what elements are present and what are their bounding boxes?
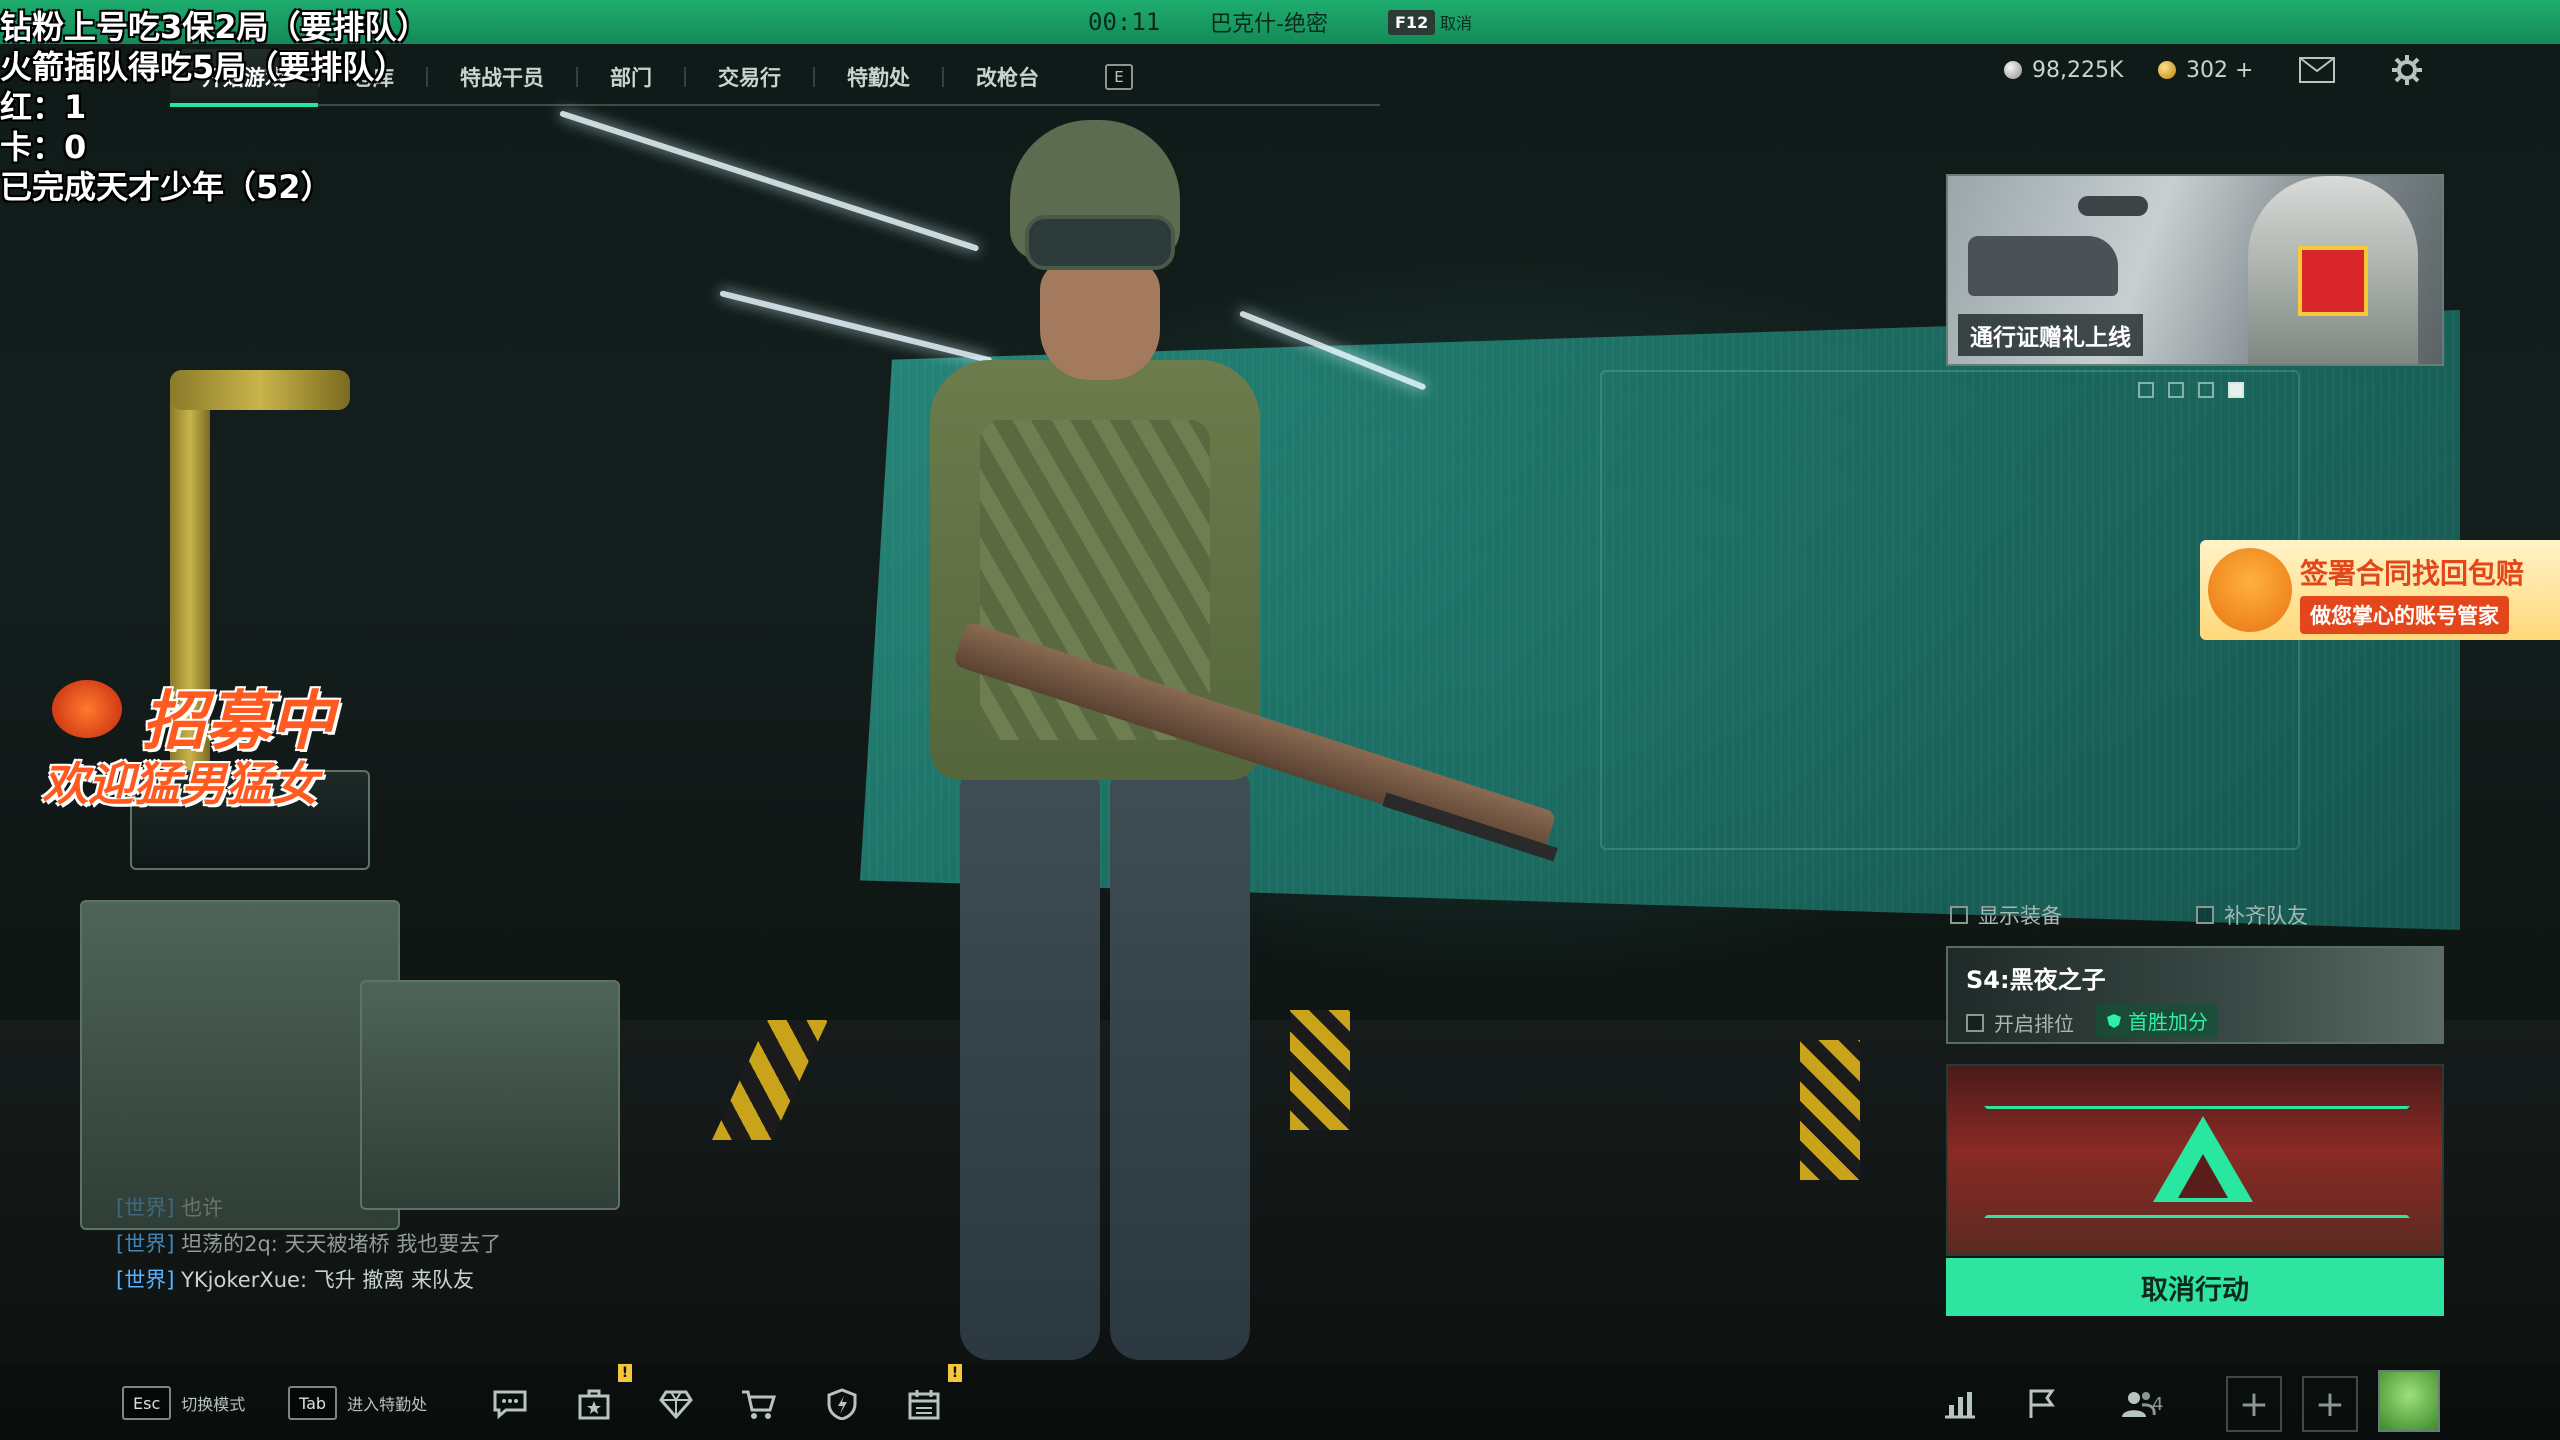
tab-special-ops[interactable]: 特勤处 (815, 49, 942, 105)
mission-icon[interactable] (572, 1384, 616, 1424)
promo-carousel-dots (2138, 382, 2244, 398)
club-logo-icon (52, 680, 122, 738)
calendar-icon[interactable] (902, 1384, 946, 1424)
add-teammate-slot-2[interactable]: + (2302, 1376, 2358, 1432)
player-avatar[interactable] (2378, 1370, 2440, 1432)
ranked-checkbox[interactable] (1966, 1013, 1984, 1032)
first-win-bonus-badge: 首胜加分 (2096, 1004, 2218, 1037)
gold-coin-icon (2158, 61, 2176, 79)
chat-icon[interactable] (488, 1384, 532, 1424)
season-card[interactable]: S4:黑夜之子 开启排位 首胜加分 (1946, 946, 2444, 1044)
switch-mode-hint[interactable]: Esc 切换模式 (122, 1384, 245, 1422)
recruit-subline: 欢迎猛男猛女 (42, 757, 318, 811)
shop-cart-icon[interactable] (736, 1384, 780, 1424)
diamond-icon[interactable] (654, 1384, 698, 1424)
mail-icon[interactable] (2298, 52, 2336, 88)
fill-squad-checkbox[interactable] (2196, 906, 2214, 924)
shield-icon (2107, 1013, 2121, 1028)
plus-icon: + (2238, 1383, 2270, 1425)
recruit-sign: 招募中 欢迎猛男猛女 (42, 670, 402, 811)
ad-subline: 做您掌心的账号管家 (2300, 596, 2509, 634)
world-chat: [世界] 也许 [世界] 坦荡的2q: 天天被堵桥 我也要去了 [世界] YKj… (116, 1190, 816, 1298)
tab-trade[interactable]: 交易行 (686, 49, 813, 105)
delta-logo-inner (2178, 1154, 2228, 1198)
gear-icon[interactable] (2388, 52, 2426, 88)
esc-key: Esc (122, 1386, 172, 1420)
hazard-stripe (1800, 1040, 1860, 1180)
gift-box-icon (2298, 246, 2368, 316)
calendar-alert-badge: ! (948, 1364, 962, 1382)
gold-amount: 302 + (2186, 57, 2254, 83)
show-gear-checkbox[interactable] (1950, 906, 1968, 924)
mode-preview-card[interactable] (1946, 1064, 2444, 1256)
f12-key: F12 (1388, 9, 1436, 35)
mascot-icon (2208, 548, 2292, 632)
equipment-crate (360, 980, 620, 1210)
stats-icon[interactable] (1938, 1384, 1982, 1424)
squad-count: 4 (2152, 1393, 2164, 1415)
carousel-dot-active[interactable] (2228, 382, 2244, 398)
first-win-label: 首胜加分 (2128, 1010, 2208, 1034)
switch-mode-label: 切换模式 (181, 1395, 246, 1414)
chat-message: [世界] YKjokerXue: 飞升 撤离 来队友 (116, 1262, 816, 1298)
silver-currency[interactable]: 98,225K (2004, 52, 2123, 88)
battle-pass-promo-banner[interactable]: 通行证赠礼上线 (1946, 174, 2444, 366)
show-gear-toggle[interactable]: 显示装备 (1950, 900, 2062, 930)
plus-icon: + (2314, 1383, 2346, 1425)
fill-squad-label: 补齐队友 (2224, 904, 2308, 928)
chat-channel: [世界] (116, 1196, 175, 1220)
enter-special-ops-hint[interactable]: Tab 进入特勤处 (288, 1384, 427, 1422)
match-timer: 00:11 (1088, 8, 1161, 36)
nav-next-key-hint[interactable]: E (1105, 64, 1133, 90)
gold-currency[interactable]: 302 + (2158, 52, 2253, 88)
overlay-line-5: 已完成天才少年（52） (0, 168, 333, 206)
carousel-dot[interactable] (2138, 382, 2154, 398)
mission-alert-badge: ! (618, 1364, 632, 1382)
show-gear-label: 显示装备 (1978, 904, 2062, 928)
add-teammate-slot-1[interactable]: + (2226, 1376, 2282, 1432)
tab-key: Tab (288, 1386, 338, 1420)
radio-equipment (80, 900, 400, 1230)
chat-text: YKjokerXue: 飞升 撤离 来队友 (181, 1268, 475, 1292)
silver-coin-icon (2004, 61, 2022, 79)
tab-gunsmith[interactable]: 改枪台 (944, 49, 1071, 105)
f12-key-hint[interactable]: F12 (1388, 0, 1436, 44)
flag-icon[interactable] (2020, 1384, 2064, 1424)
account-service-ad: 签署合同找回包赔 做您掌心的账号管家 (2200, 540, 2560, 640)
fill-squad-toggle[interactable]: 补齐队友 (2196, 900, 2308, 930)
helicopter-image (2078, 196, 2148, 216)
season-title: S4:黑夜之子 (1966, 966, 2106, 994)
carousel-dot[interactable] (2168, 382, 2184, 398)
carousel-dot[interactable] (2198, 382, 2214, 398)
battle-pass-icon[interactable] (820, 1384, 864, 1424)
f12-cancel-label[interactable]: 取消 (1440, 0, 1472, 44)
tab-operators[interactable]: 特战干员 (428, 49, 576, 105)
holo-panel (1600, 370, 2300, 850)
chat-channel: [世界] (116, 1232, 175, 1256)
enter-special-ops-label: 进入特勤处 (347, 1395, 428, 1414)
silver-amount: 98,225K (2032, 57, 2124, 83)
tank-image (1968, 236, 2118, 296)
tab-department[interactable]: 部门 (578, 49, 684, 105)
yellow-pipe (170, 370, 350, 410)
cancel-action-button[interactable]: 取消行动 (1946, 1258, 2444, 1316)
chat-text: 坦荡的2q: 天天被堵桥 我也要去了 (181, 1232, 502, 1256)
chat-channel: [世界] (116, 1268, 175, 1292)
chat-message: [世界] 也许 (116, 1190, 816, 1226)
map-name: 巴克什-绝密 (1210, 12, 1328, 37)
promo-label: 通行证赠礼上线 (1958, 314, 2143, 356)
chat-text: 也许 (181, 1196, 224, 1220)
ranked-label: 开启排位 (1994, 1012, 2074, 1036)
ad-headline: 签署合同找回包赔 (2300, 557, 2525, 590)
operator-character (820, 120, 1558, 1360)
ranked-toggle[interactable]: 开启排位 (1966, 1008, 2074, 1037)
chat-message: [世界] 坦荡的2q: 天天被堵桥 我也要去了 (116, 1226, 816, 1262)
